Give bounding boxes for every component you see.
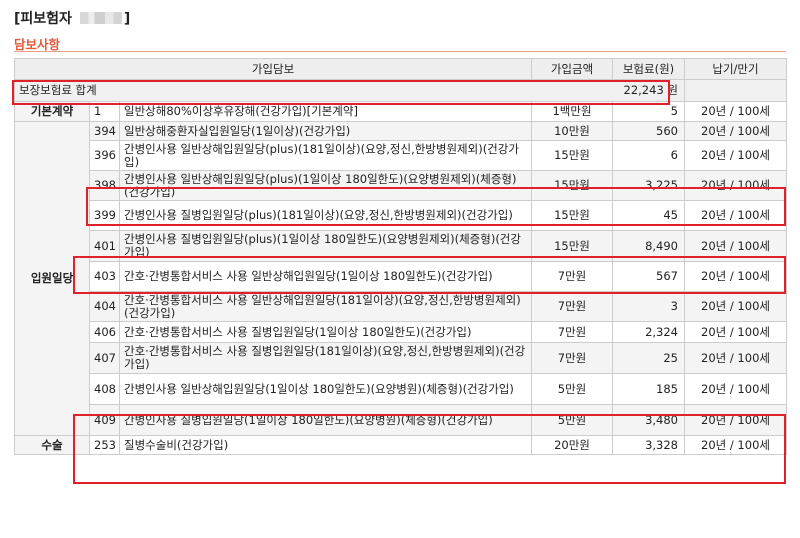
row-no: 396 xyxy=(89,140,120,171)
row-amount: 15만원 xyxy=(531,170,613,201)
row-no: 1 xyxy=(89,101,120,122)
row-premium: 3,480 xyxy=(612,404,685,436)
col-premium: 보험료(원) xyxy=(612,58,685,80)
row-term: 20년 / 100세 xyxy=(684,230,787,262)
total-empty xyxy=(684,79,787,102)
table-row: 396 간병인사용 일반상해입원일당(plus)(181일이상)(요양,정신,한… xyxy=(15,140,787,171)
table-row: 404 간호·간병통합서비스 사용 일반상해입원일당(181일이상)(요양,정신… xyxy=(15,291,787,322)
row-name: 일반상해80%이상후유장해(건강가입)[기본계약] xyxy=(119,101,532,122)
row-premium: 2,324 xyxy=(612,321,685,343)
row-term: 20년 / 100세 xyxy=(684,342,787,374)
coverage-table: 가입담보 가입금액 보험료(원) 납기/만기 보장보험료 합계 22,243 원… xyxy=(14,58,787,455)
row-no: 394 xyxy=(89,121,120,141)
table-header-row: 가입담보 가입금액 보험료(원) 납기/만기 xyxy=(14,58,787,80)
row-amount: 10만원 xyxy=(531,121,613,141)
redacted-name xyxy=(79,12,122,24)
section-divider xyxy=(14,51,786,52)
table-row: 407 간호·간병통합서비스 사용 질병입원일당(181일이상)(요양,정신,한… xyxy=(15,342,787,374)
insured-close: ] xyxy=(123,11,131,27)
table-row: 408 간병인사용 일반상해입원일당(1일이상 180일한도)(요양병원)(체증… xyxy=(15,373,787,405)
table-row: 기본계약 1 일반상해80%이상후유장해(건강가입)[기본계약] 1백만원 5 … xyxy=(14,101,787,122)
row-no: 407 xyxy=(89,342,120,374)
row-term: 20년 / 100세 xyxy=(684,291,787,322)
row-premium: 6 xyxy=(612,140,685,171)
total-value: 22,243 원 xyxy=(623,83,678,97)
table-row: 401 간병인사용 질병입원일당(plus)(1일이상 180일한도)(요양병원… xyxy=(15,230,787,262)
row-term: 20년 / 100세 xyxy=(684,140,787,171)
row-no: 399 xyxy=(89,200,120,231)
col-term: 납기/만기 xyxy=(684,58,787,80)
row-amount: 5만원 xyxy=(531,404,613,436)
row-no: 404 xyxy=(89,291,120,322)
row-no: 403 xyxy=(89,261,120,292)
row-name: 간병인사용 질병입원일당(plus)(181일이상)(요양,정신,한방병원제외)… xyxy=(119,200,532,231)
row-name: 일반상해중환자실입원일당(1일이상)(건강가입) xyxy=(119,121,532,141)
row-no: 406 xyxy=(89,321,120,343)
row-term: 20년 / 100세 xyxy=(684,373,787,405)
table-row: 수술 253 질병수술비(건강가입) 20만원 3,328 20년 / 100세 xyxy=(14,435,787,455)
category-basic: 기본계약 xyxy=(14,101,90,122)
row-name: 간병인사용 질병입원일당(plus)(1일이상 180일한도)(요양병원제외)(… xyxy=(119,230,532,262)
row-no: 409 xyxy=(89,404,120,436)
row-premium: 185 xyxy=(612,373,685,405)
row-name: 간호·간병통합서비스 사용 일반상해입원일당(181일이상)(요양,정신,한방병… xyxy=(119,291,532,322)
row-premium: 45 xyxy=(612,200,685,231)
row-term: 20년 / 100세 xyxy=(684,404,787,436)
row-amount: 7만원 xyxy=(531,342,613,374)
row-amount: 15만원 xyxy=(531,140,613,171)
row-name: 간호·간병통합서비스 사용 질병입원일당(1일이상 180일한도)(건강가입) xyxy=(119,321,532,343)
row-no: 253 xyxy=(89,435,120,455)
row-premium: 567 xyxy=(612,261,685,292)
row-amount: 15만원 xyxy=(531,230,613,262)
row-name: 간병인사용 일반상해입원일당(plus)(1일이상 180일한도)(요양병원제외… xyxy=(119,170,532,201)
category-surgery: 수술 xyxy=(14,435,90,455)
row-term: 20년 / 100세 xyxy=(684,170,787,201)
category-hospital: 입원일당 xyxy=(14,121,90,436)
row-term: 20년 / 100세 xyxy=(684,261,787,292)
row-name: 간병인사용 질병입원일당(1일이상 180일한도)(요양병원)(체증형)(건강가… xyxy=(119,404,532,436)
table-row: 398 간병인사용 일반상해입원일당(plus)(1일이상 180일한도)(요양… xyxy=(15,170,787,201)
table-row: 406 간호·간병통합서비스 사용 질병입원일당(1일이상 180일한도)(건강… xyxy=(15,321,787,343)
row-amount: 20만원 xyxy=(531,435,613,455)
row-name: 질병수술비(건강가입) xyxy=(119,435,532,455)
row-term: 20년 / 100세 xyxy=(684,321,787,343)
row-no: 398 xyxy=(89,170,120,201)
row-premium: 560 xyxy=(612,121,685,141)
total-cell: 보장보험료 합계 22,243 원 xyxy=(14,79,685,102)
row-amount: 7만원 xyxy=(531,261,613,292)
row-premium: 5 xyxy=(612,101,685,122)
total-row: 보장보험료 합계 22,243 원 xyxy=(14,79,787,102)
row-premium: 25 xyxy=(612,342,685,374)
row-premium: 8,490 xyxy=(612,230,685,262)
row-name: 간병인사용 일반상해입원일당(plus)(181일이상)(요양,정신,한방병원제… xyxy=(119,140,532,171)
row-amount: 15만원 xyxy=(531,200,613,231)
row-name: 간호·간병통합서비스 사용 일반상해입원일당(1일이상 180일한도)(건강가입… xyxy=(119,261,532,292)
row-term: 20년 / 100세 xyxy=(684,435,787,455)
table-row: 409 간병인사용 질병입원일당(1일이상 180일한도)(요양병원)(체증형)… xyxy=(15,404,787,436)
table-row: 입원일당 394 일반상해중환자실입원일당(1일이상)(건강가입) 10만원 5… xyxy=(14,121,787,436)
row-amount: 5만원 xyxy=(531,373,613,405)
row-name: 간호·간병통합서비스 사용 질병입원일당(181일이상)(요양,정신,한방병원제… xyxy=(119,342,532,374)
row-term: 20년 / 100세 xyxy=(684,200,787,231)
row-premium: 3,328 xyxy=(612,435,685,455)
insured-person-header: [피보험자] xyxy=(14,8,130,28)
row-premium: 3 xyxy=(612,291,685,322)
insured-label: [피보험자 xyxy=(14,11,72,27)
row-amount: 7만원 xyxy=(531,321,613,343)
total-label: 보장보험료 합계 xyxy=(19,83,97,97)
table-row: 403 간호·간병통합서비스 사용 일반상해입원일당(1일이상 180일한도)(… xyxy=(15,261,787,292)
table-row: 399 간병인사용 질병입원일당(plus)(181일이상)(요양,정신,한방병… xyxy=(15,200,787,231)
row-term: 20년 / 100세 xyxy=(684,101,787,122)
row-amount: 1백만원 xyxy=(531,101,613,122)
row-no: 401 xyxy=(89,230,120,262)
col-coverage: 가입담보 xyxy=(14,58,532,80)
col-amount: 가입금액 xyxy=(531,58,613,80)
row-term: 20년 / 100세 xyxy=(684,121,787,141)
row-name: 간병인사용 일반상해입원일당(1일이상 180일한도)(요양병원)(체증형)(건… xyxy=(119,373,532,405)
row-no: 408 xyxy=(89,373,120,405)
row-premium: 3,225 xyxy=(612,170,685,201)
row-amount: 7만원 xyxy=(531,291,613,322)
